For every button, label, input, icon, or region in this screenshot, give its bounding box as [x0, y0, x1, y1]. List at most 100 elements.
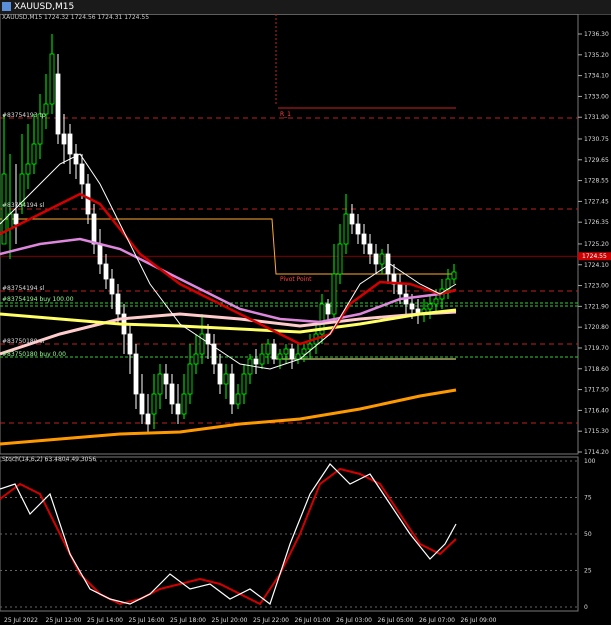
stoch-level-label: 25 — [584, 568, 592, 575]
window-title: XAUUSD,M15 — [14, 2, 75, 12]
price-tick-label: 1736.30 — [584, 31, 609, 38]
price-tick-label: 1716.40 — [584, 407, 609, 414]
price-tick-label: 1734.10 — [584, 73, 609, 80]
candle-body — [103, 263, 109, 280]
candle-body — [361, 233, 367, 245]
candle-body — [31, 143, 37, 165]
candle-body — [193, 353, 199, 365]
time-label: 25 Jul 2022 — [4, 617, 38, 624]
candle-body — [13, 213, 19, 225]
main-pane-border — [0, 14, 579, 455]
candle-body — [265, 343, 271, 355]
candle-body — [145, 413, 151, 425]
current-price-label: 1724.55 — [582, 253, 607, 260]
stoch-level-label: 0 — [584, 604, 588, 611]
candle-body — [139, 393, 145, 415]
price-tick-label: 1726.35 — [584, 219, 609, 226]
time-label: 26 Jul 09:00 — [461, 617, 497, 624]
candle-body — [307, 343, 313, 350]
window-title-bar: XAUUSD,M15 — [0, 0, 611, 15]
candle-body — [199, 333, 205, 355]
candle-body — [169, 383, 175, 405]
time-label: 26 Jul 07:00 — [419, 617, 455, 624]
candle-body — [295, 353, 301, 360]
price-tick-label: 1721.90 — [584, 303, 609, 310]
time-label: 26 Jul 03:00 — [336, 617, 372, 624]
candle-body — [79, 163, 85, 185]
candle-body — [289, 348, 295, 360]
candle-body — [433, 298, 439, 305]
stoch-level-label: 100 — [584, 458, 596, 465]
symbol-ohlc-label: XAUUSD,M15 1724.32 1724.56 1724.31 1724.… — [2, 14, 150, 21]
pivot-point-label: Pivot Point — [280, 276, 312, 283]
order-buy-label: #83754194 buy 100.00 — [2, 296, 74, 303]
candle-body — [235, 393, 241, 405]
stoch-level-label: 75 — [584, 495, 592, 502]
ma-orange-line — [0, 388, 457, 446]
stoch-level-label: 50 — [584, 531, 592, 538]
price-tick-label: 1715.30 — [584, 428, 609, 435]
candle-body — [109, 278, 115, 295]
candle-body — [97, 243, 103, 265]
candle-body — [163, 373, 169, 385]
time-label: 25 Jul 14:00 — [87, 617, 123, 624]
candle-body — [247, 358, 253, 375]
time-label: 25 Jul 16:00 — [129, 617, 165, 624]
candle-body — [67, 133, 73, 155]
candle-body — [49, 53, 55, 105]
candle-body — [283, 348, 289, 355]
candle-body — [241, 373, 247, 395]
candle-body — [61, 133, 67, 145]
time-label: 25 Jul 12:00 — [46, 617, 82, 624]
order2-buy-label: #83750180 buy 0.00 — [2, 351, 66, 358]
candle-body — [259, 353, 265, 365]
candle-body — [409, 303, 415, 310]
candle-body — [91, 213, 97, 245]
time-label: 25 Jul 20:00 — [212, 617, 248, 624]
candle-body — [157, 373, 163, 395]
candle-body — [223, 373, 229, 385]
candle-body — [325, 303, 331, 315]
candle-body — [187, 363, 193, 395]
order-tp-label: #83754193 tp — [2, 112, 46, 119]
candle-body — [133, 353, 139, 395]
time-label: 25 Jul 22:00 — [253, 617, 289, 624]
candle-body — [217, 363, 223, 385]
price-tick-label: 1718.60 — [584, 366, 609, 373]
chart-icon — [2, 2, 11, 11]
candle-body — [25, 163, 31, 175]
candle-body — [253, 358, 259, 365]
price-tick-label: 1719.70 — [584, 345, 609, 352]
price-tick-label: 1714.20 — [584, 449, 609, 456]
candle-body — [373, 253, 379, 265]
ma-yellow-line — [0, 308, 457, 334]
candle-body — [229, 373, 235, 405]
price-tick-label: 1731.90 — [584, 114, 609, 121]
candle-body — [445, 278, 451, 290]
time-label: 26 Jul 01:00 — [295, 617, 331, 624]
time-label: 26 Jul 05:00 — [378, 617, 414, 624]
candle-body — [175, 403, 181, 415]
candle-body — [331, 273, 337, 315]
price-chart[interactable]: 1736.30 1735.20 1734.10 1733.00 1731.90 1730.… — [0, 14, 611, 625]
candle-body — [115, 293, 121, 315]
candle-body — [355, 223, 361, 235]
candle-body — [277, 353, 283, 360]
price-tick-label: 1717.50 — [584, 387, 609, 394]
stoch-signal-line — [0, 467, 457, 606]
price-tick-label: 1735.20 — [584, 52, 609, 59]
candle-body — [379, 253, 385, 265]
price-tick-label: 1724.10 — [584, 262, 609, 269]
order2-sl-label: #83750180 sl — [2, 338, 45, 345]
price-tick-label: 1730.75 — [584, 136, 609, 143]
price-tick-label: 1733.00 — [584, 93, 609, 100]
time-label: 25 Jul 18:00 — [170, 617, 206, 624]
candle-body — [271, 343, 277, 360]
chart-window[interactable]: XAUUSD,M15 1736.30 1735.20 1734.10 1733.00 1… — [0, 0, 611, 625]
order-sl-label: #83754194 sl — [2, 285, 45, 292]
stoch-main-line — [0, 463, 457, 605]
candle-body — [451, 271, 457, 280]
candle-body — [19, 173, 25, 205]
price-tick-label: 1727.45 — [584, 198, 609, 205]
candle-body — [55, 73, 61, 135]
